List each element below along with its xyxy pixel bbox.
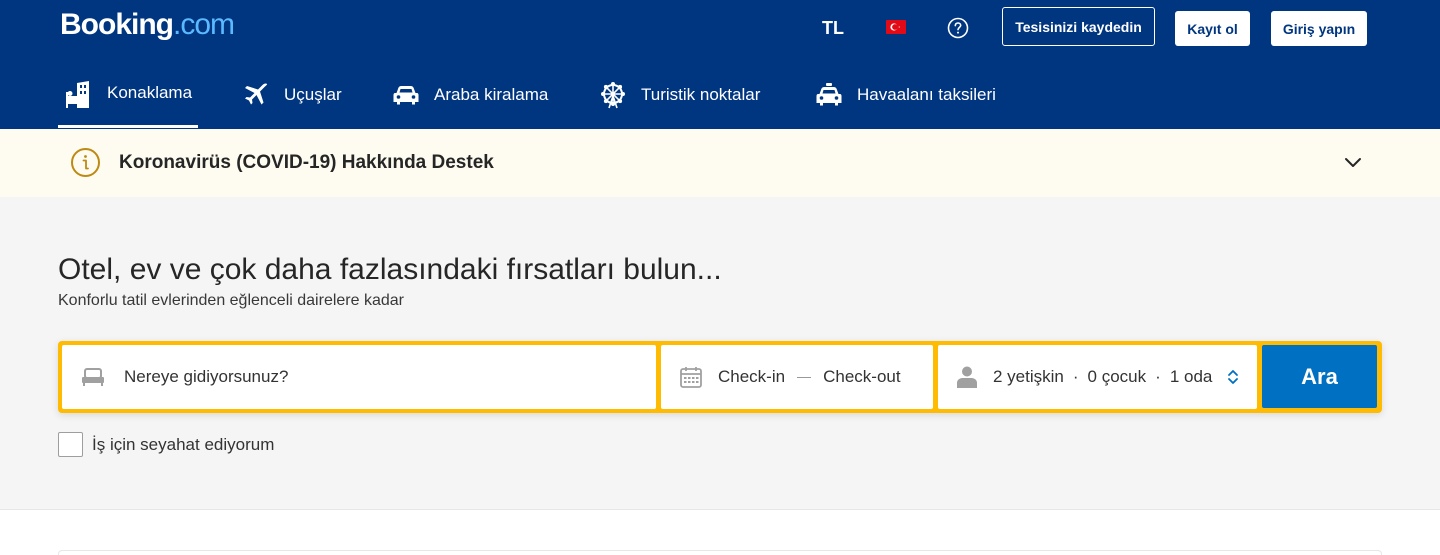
dates-field[interactable]: Check-in Check-out (661, 345, 933, 409)
taxi-icon (816, 83, 842, 106)
destination-field[interactable]: Nereye gidiyorsunuz? (62, 345, 656, 409)
business-travel-checkbox[interactable] (58, 432, 83, 457)
logo-suffix: .com (173, 8, 235, 41)
covid-banner-text: Koronavirüs (COVID-19) Hakkında Destek (119, 152, 494, 173)
turkey-flag-icon[interactable] (886, 20, 906, 34)
covid-banner[interactable]: Koronavirüs (COVID-19) Hakkında Destek (0, 129, 1440, 197)
ferris-wheel-icon (601, 82, 625, 109)
tab-flights-label: Uçuşlar (284, 85, 342, 104)
info-circle-icon (71, 148, 100, 177)
calendar-icon (680, 367, 702, 388)
currency-selector[interactable]: TL (822, 16, 844, 40)
guests-field[interactable]: 2 yetişkin · 0 çocuk · 1 oda (938, 345, 1257, 409)
top-header: Booking.com TL Tesisinizi kaydedin Kayıt… (0, 0, 1440, 129)
tab-car-rental[interactable]: Araba kiralama (392, 64, 548, 126)
tab-stays[interactable]: Konaklama (58, 64, 198, 128)
rooms-count: 1 oda (1169, 367, 1213, 386)
page-subtitle: Konforlu tatil evlerinden eğlenceli dair… (58, 292, 404, 309)
business-travel-row: İş için seyahat ediyorum (58, 432, 274, 457)
airplane-icon (245, 83, 268, 105)
checkout-label: Check-out (823, 367, 901, 386)
car-icon (393, 86, 419, 105)
tab-airport-taxis-label: Havaalanı taksileri (857, 85, 996, 104)
booking-logo[interactable]: Booking.com (60, 8, 235, 42)
tab-attractions-label: Turistik noktalar (641, 85, 761, 104)
adults-count: 2 yetişkin (993, 367, 1064, 386)
list-property-button[interactable]: Tesisinizi kaydedin (1002, 7, 1155, 46)
chevron-down-icon[interactable] (1344, 154, 1362, 172)
destination-input[interactable]: Nereye gidiyorsunuz? (124, 367, 288, 387)
tab-car-rental-label: Araba kiralama (434, 85, 549, 104)
bed-building-icon (66, 80, 89, 108)
content-card-edge (58, 550, 1382, 555)
logo-main: Booking (60, 8, 174, 41)
signin-button[interactable]: Giriş yapın (1271, 11, 1367, 46)
search-bar: Nereye gidiyorsunuz? Check-in Check-out … (58, 341, 1382, 413)
tab-airport-taxis[interactable]: Havaalanı taksileri (815, 64, 996, 126)
business-travel-label[interactable]: İş için seyahat ediyorum (92, 435, 274, 455)
date-separator (797, 376, 812, 378)
checkin-label: Check-in (718, 367, 786, 386)
up-down-arrows-icon (1228, 370, 1238, 384)
children-count: 0 çocuk (1087, 367, 1147, 386)
separator-dot: · (1072, 367, 1079, 386)
search-button[interactable]: Ara (1262, 345, 1377, 408)
tab-attractions[interactable]: Turistik noktalar (599, 64, 760, 126)
tab-flights[interactable]: Uçuşlar (242, 64, 342, 126)
person-icon (957, 366, 977, 388)
bed-icon (82, 368, 104, 386)
question-circle-icon[interactable] (947, 17, 969, 39)
register-button[interactable]: Kayıt ol (1175, 11, 1250, 46)
separator-dot: · (1155, 367, 1161, 386)
page-title: Otel, ev ve çok daha fazlasındaki fırsat… (58, 253, 722, 286)
tab-stays-label: Konaklama (107, 82, 193, 102)
